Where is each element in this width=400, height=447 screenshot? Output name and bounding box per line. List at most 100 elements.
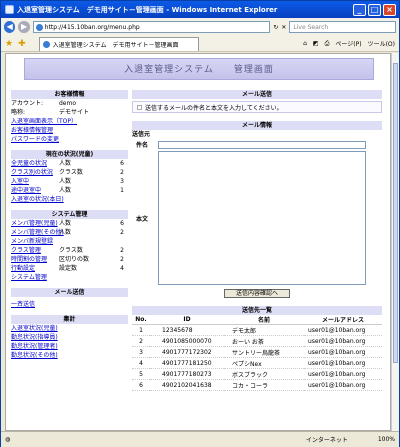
- stats-header: 集計: [11, 315, 128, 324]
- body-textarea[interactable]: [158, 151, 366, 285]
- notice-checkbox-icon: [137, 104, 142, 110]
- cell-id: 4901777181250: [150, 357, 224, 369]
- name-value: デモサイト: [59, 109, 90, 116]
- cell-name: ボスブラック: [224, 368, 304, 380]
- tab-page-icon: [42, 40, 50, 48]
- cell-name: おーい お茶: [224, 335, 304, 347]
- stats-link-children[interactable]: 入退室状況(児童): [11, 324, 58, 333]
- cell-email: user01@10ban.org: [304, 357, 382, 369]
- system-unit: クラス数: [59, 247, 83, 254]
- system-count: 2: [120, 229, 124, 236]
- name-label: 略称:: [11, 109, 26, 116]
- system-unit: 人数: [59, 220, 72, 227]
- current-section: 現在の状況(児童) 全児童の状況 人数 6 クラス別の状況 クラス数 2 入室中 人数 3 …: [11, 150, 128, 204]
- cell-no: 5: [132, 368, 150, 380]
- search-box[interactable]: Live Search: [289, 21, 396, 33]
- minimize-button[interactable]: _: [353, 3, 366, 16]
- today-link[interactable]: 入退室の状況(本日): [11, 195, 64, 204]
- current-link-in[interactable]: 入室中: [11, 177, 59, 186]
- mailinfo-header: メール情報: [132, 121, 382, 130]
- maximize-button[interactable]: □: [368, 3, 381, 16]
- top-link[interactable]: 入退室画面表示（TOP）: [11, 117, 77, 126]
- refresh-icon[interactable]: ↻: [273, 24, 278, 31]
- col-no: No.: [132, 315, 150, 325]
- system-link-children[interactable]: メンバ管理(児童): [11, 219, 59, 228]
- password-link[interactable]: パスワードの変更: [11, 135, 59, 144]
- customer-info-link[interactable]: お客様情報管理: [11, 126, 53, 135]
- page-viewport: 入退室管理システム 管理画面 お客様情報 アカウント: demo 略称: デモサイト…: [5, 53, 391, 431]
- cell-id: 4902102041638: [150, 379, 224, 391]
- address-bar[interactable]: http://415.10ban.org/menu.php: [32, 21, 271, 33]
- left-menu: お客様情報 アカウント: demo 略称: デモサイト 入退室画面表示（TOP） お…: [11, 90, 128, 366]
- table-row: 5 4901777180273 ボスブラック user01@10ban.org: [132, 368, 382, 380]
- customer-section: お客様情報 アカウント: demo 略称: デモサイト 入退室画面表示（TOP） お…: [11, 90, 128, 144]
- status-bar: ◍ インターネット 100%: [1, 431, 399, 447]
- cell-email: user01@10ban.org: [304, 368, 382, 380]
- forward-button[interactable]: ▶: [18, 21, 30, 33]
- system-unit: 人数: [59, 229, 72, 236]
- close-button[interactable]: ×: [383, 3, 396, 16]
- send-header: メール送信: [132, 90, 382, 99]
- scrollbar-thumb[interactable]: [393, 63, 398, 363]
- current-link-out[interactable]: 途中退室中: [11, 186, 59, 195]
- back-button[interactable]: ◀: [4, 21, 16, 33]
- cell-name: サントリー烏龍茶: [224, 346, 304, 358]
- cell-no: 4: [132, 357, 150, 369]
- table-row: 3 4901777172302 サントリー烏龍茶 user01@10ban.org: [132, 346, 382, 358]
- browser-window: 入退室管理システム デモ用サイト－管理画面 - Windows Internet…: [0, 0, 400, 447]
- print-icon[interactable]: ⎙: [325, 40, 330, 48]
- cell-no: 3: [132, 346, 150, 358]
- page-menu[interactable]: ページ(P): [335, 39, 361, 48]
- mail-section: メール送信 一斉送信: [11, 288, 128, 309]
- stats-section: 集計 入退室状況(児童) 勤怠状況(指導員) 勤怠状況(管理者) 勤怠状況(その…: [11, 315, 128, 360]
- stats-link-managers[interactable]: 勤怠状況(管理者): [11, 342, 58, 351]
- feeds-icon[interactable]: ◩: [313, 40, 319, 47]
- stats-link-instructors[interactable]: 勤怠状況(指導員): [11, 333, 58, 342]
- system-link-system[interactable]: システム管理: [11, 273, 59, 282]
- subject-input[interactable]: [158, 140, 366, 149]
- browser-tab[interactable]: 入退室管理システム デモ用サイト－管理画面: [38, 36, 199, 51]
- cell-id: 12345678: [150, 324, 224, 336]
- address-row: ◀ ▶ http://415.10ban.org/menu.php ↻ ✕ Li…: [1, 18, 399, 36]
- cell-no: 1: [132, 324, 150, 336]
- broadcast-link[interactable]: 一斉送信: [11, 300, 35, 309]
- body-label: 本文: [136, 215, 149, 223]
- stats-link-others[interactable]: 勤怠状況(その他): [11, 351, 58, 360]
- mail-form: メール情報 送信元 件名 本文 送信内容確認へ: [132, 121, 382, 298]
- notice-box: 送信するメールの件名と本文を入力してください。: [132, 101, 382, 113]
- current-count: 6: [120, 160, 124, 167]
- home-icon[interactable]: ⌂: [303, 40, 307, 47]
- customer-header: お客様情報: [11, 90, 128, 99]
- favorites-star-icon[interactable]: ★: [5, 39, 13, 49]
- current-unit: クラス数: [59, 169, 83, 176]
- table-row: 4 4901777181250 ペプシNex user01@10ban.org: [132, 357, 382, 369]
- tools-menu[interactable]: ツール(O): [368, 39, 395, 48]
- system-link-timetable[interactable]: 時間割の管理: [11, 255, 59, 264]
- cell-id: 4901777180273: [150, 368, 224, 380]
- mail-header: メール送信: [11, 288, 128, 297]
- system-count: 6: [120, 220, 124, 227]
- system-link-action[interactable]: 行動設定: [11, 264, 59, 273]
- system-link-class[interactable]: クラス管理: [11, 246, 59, 255]
- current-link-all[interactable]: 全児童の状況: [11, 159, 59, 168]
- current-header: 現在の状況(児童): [11, 150, 128, 159]
- url-text: http://415.10ban.org/menu.php: [44, 23, 140, 31]
- system-link-new[interactable]: メンバ新規登録: [11, 237, 59, 246]
- col-id: ID: [150, 315, 224, 325]
- zoom-level[interactable]: 100%: [378, 436, 395, 443]
- zone-text: インターネット: [305, 437, 348, 444]
- system-count: 4: [120, 265, 124, 272]
- add-favorites-icon[interactable]: ✚: [18, 39, 26, 49]
- cell-id: 4901085000070: [150, 335, 224, 347]
- stop-icon[interactable]: ✕: [281, 24, 286, 31]
- current-unit: 人数: [59, 187, 72, 194]
- table-row: 1 12345678 デモ太郎 user01@10ban.org: [132, 324, 382, 336]
- col-name: 名前: [224, 315, 304, 325]
- confirm-button[interactable]: 送信内容確認へ: [224, 289, 290, 298]
- system-unit: 区切りの数: [59, 256, 90, 263]
- current-link-class[interactable]: クラス別の状況: [11, 168, 59, 177]
- account-value: demo: [59, 100, 77, 107]
- ie-icon: [5, 5, 14, 14]
- system-link-others[interactable]: メンバ管理(その他): [11, 228, 64, 237]
- vertical-scrollbar[interactable]: [391, 53, 399, 431]
